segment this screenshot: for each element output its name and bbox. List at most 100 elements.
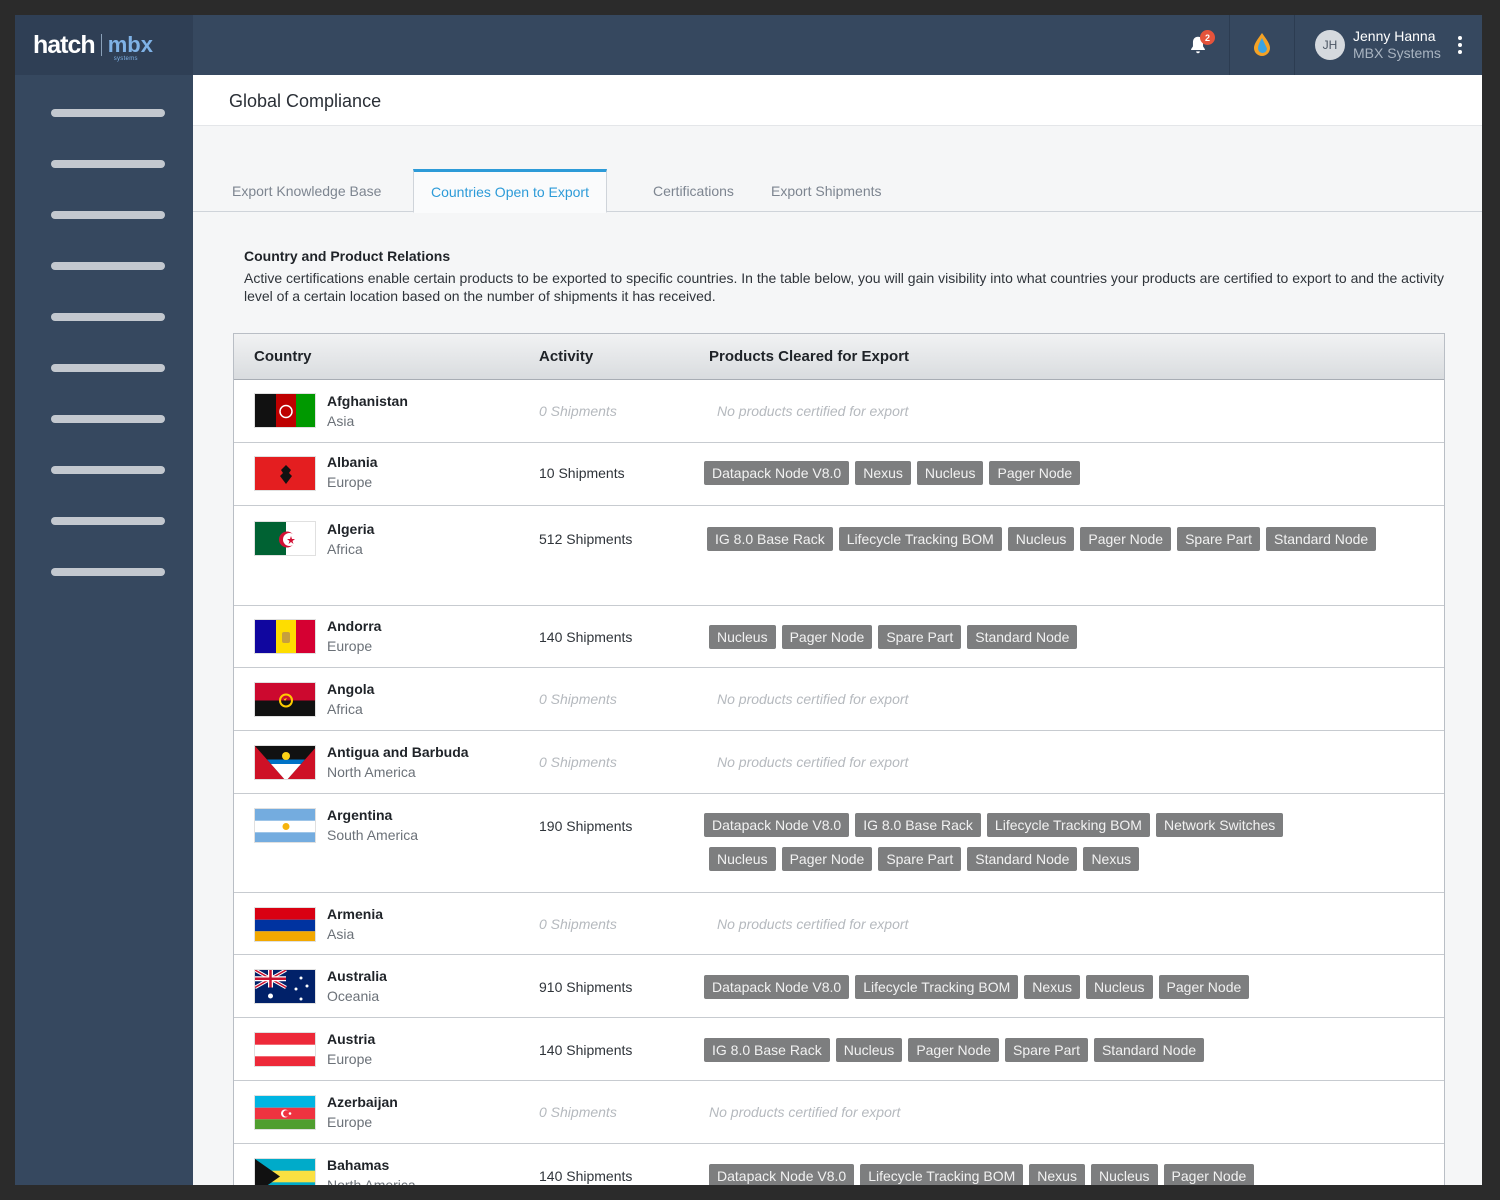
product-tag[interactable]: Standard Node — [1266, 527, 1377, 551]
product-tags: Nucleus Pager Node Spare Part Standard N… — [709, 625, 1409, 649]
product-tag[interactable]: Nexus — [1024, 975, 1080, 999]
sidebar-item[interactable] — [51, 415, 165, 423]
country-region: Africa — [327, 541, 363, 557]
product-tag[interactable]: Nucleus — [1085, 975, 1153, 999]
divider — [1229, 15, 1230, 75]
product-tag[interactable]: Nexus — [855, 461, 911, 485]
drop-logo-icon — [1254, 33, 1270, 56]
table-row[interactable]: Antigua and Barbuda North America 0 Ship… — [234, 731, 1444, 794]
tab-export-shipments[interactable]: Export Shipments — [754, 169, 899, 212]
app-switcher-button[interactable] — [1234, 15, 1290, 75]
product-tag[interactable]: Pager Node — [1158, 975, 1250, 999]
product-tag[interactable]: Nucleus — [709, 847, 776, 871]
product-tag[interactable]: Pager Node — [1080, 527, 1172, 551]
product-tag[interactable]: Nucleus — [1090, 1164, 1158, 1185]
product-tag[interactable]: IG 8.0 Base Rack — [704, 1038, 830, 1062]
tab-certifications[interactable]: Certifications — [636, 169, 751, 212]
divider — [1294, 15, 1295, 75]
product-tags: Datapack Node V8.0 Lifecycle Tracking BO… — [709, 1164, 1409, 1185]
kebab-icon — [1458, 50, 1462, 54]
flag-australia — [254, 969, 316, 1004]
table-row[interactable]: Angola Africa 0 Shipments No products ce… — [234, 668, 1444, 731]
shipment-count: 10 Shipments — [539, 465, 625, 481]
column-header-activity[interactable]: Activity — [539, 348, 593, 365]
country-name: Australia — [327, 968, 387, 984]
product-tag[interactable]: Nucleus — [916, 461, 984, 485]
country-name: Azerbaijan — [327, 1094, 398, 1110]
product-tag[interactable]: Standard Node — [1093, 1038, 1205, 1062]
table-row[interactable]: Azerbaijan Europe 0 Shipments No product… — [234, 1081, 1444, 1144]
product-tag[interactable]: Spare Part — [878, 625, 962, 649]
sidebar-item[interactable] — [51, 109, 165, 117]
product-tag[interactable]: Pager Node — [989, 461, 1081, 485]
product-tag[interactable]: Spare Part — [878, 847, 962, 871]
sidebar-item[interactable] — [51, 313, 165, 321]
flag-algeria — [254, 521, 316, 556]
sidebar-item[interactable] — [51, 160, 165, 168]
product-tag[interactable]: Network Switches — [1155, 813, 1284, 837]
product-tag[interactable]: Datapack Node V8.0 — [704, 975, 850, 999]
column-header-products[interactable]: Products Cleared for Export — [709, 348, 909, 365]
sidebar-item[interactable] — [51, 211, 165, 219]
table-row[interactable]: Armenia Asia 0 Shipments No products cer… — [234, 893, 1444, 955]
product-tag[interactable]: Nucleus — [1007, 527, 1075, 551]
flag-antigua-and-barbuda — [254, 745, 316, 780]
sidebar-item[interactable] — [51, 364, 165, 372]
country-name: Austria — [327, 1031, 376, 1047]
app-window: hatch mbx systems 2 JH Jenny Hanna MBX S… — [15, 15, 1482, 1185]
product-tag[interactable]: Nexus — [1083, 847, 1140, 871]
tab-countries-open-to-export[interactable]: Countries Open to Export — [413, 169, 607, 213]
brand-sub: systems — [113, 56, 138, 62]
product-tag[interactable]: IG 8.0 Base Rack — [855, 813, 981, 837]
product-tag[interactable]: Spare Part — [1177, 527, 1261, 551]
product-tag[interactable]: IG 8.0 Base Rack — [707, 527, 833, 551]
table-row[interactable]: Andorra Europe 140 Shipments Nucleus Pag… — [234, 606, 1444, 668]
flag-bahamas — [254, 1158, 316, 1185]
product-tag[interactable]: Lifecycle Tracking BOM — [838, 527, 1002, 551]
product-tag[interactable]: Datapack Node V8.0 — [709, 1164, 855, 1185]
user-org: MBX Systems — [1353, 45, 1441, 61]
product-tag[interactable]: Nexus — [1029, 1164, 1085, 1185]
table-row[interactable]: Argentina South America 190 Shipments Da… — [234, 794, 1444, 893]
brand-logo[interactable]: hatch mbx systems — [15, 15, 193, 75]
more-options-button[interactable] — [1453, 15, 1467, 75]
table-row[interactable]: Bahamas North America 140 Shipments Data… — [234, 1144, 1444, 1185]
product-tag[interactable]: Standard Node — [967, 625, 1078, 649]
sidebar-nav — [15, 75, 193, 576]
shipment-count: 140 Shipments — [539, 1042, 633, 1058]
tab-export-knowledge-base[interactable]: Export Knowledge Base — [215, 169, 398, 212]
product-tag[interactable]: Lifecycle Tracking BOM — [860, 1164, 1024, 1185]
product-tag[interactable]: Datapack Node V8.0 — [704, 461, 850, 485]
product-tag[interactable]: Pager Node — [781, 625, 873, 649]
product-tags: IG 8.0 Base Rack Nucleus Pager Node Spar… — [704, 1038, 1404, 1062]
product-tag[interactable]: Nucleus — [835, 1038, 903, 1062]
country-name: Algeria — [327, 521, 375, 537]
product-tag[interactable]: Pager Node — [781, 847, 873, 871]
column-header-country[interactable]: Country — [254, 348, 312, 365]
section-description: Active certifications enable certain pro… — [244, 270, 1444, 304]
table-row[interactable]: Algeria Africa 512 Shipments IG 8.0 Base… — [234, 506, 1444, 606]
notifications-button[interactable]: 2 — [1170, 15, 1226, 75]
product-tag[interactable]: Pager Node — [908, 1038, 1000, 1062]
no-products-text: No products certified for export — [717, 916, 909, 932]
product-tag[interactable]: Lifecycle Tracking BOM — [855, 975, 1019, 999]
sidebar-item[interactable] — [51, 466, 165, 474]
product-tag[interactable]: Standard Node — [967, 847, 1078, 871]
user-menu[interactable]: JH Jenny Hanna MBX Systems — [1315, 15, 1455, 75]
country-region: Oceania — [327, 988, 380, 1004]
product-tag[interactable]: Lifecycle Tracking BOM — [986, 813, 1150, 837]
product-tag[interactable]: Datapack Node V8.0 — [704, 813, 850, 837]
no-products-text: No products certified for export — [717, 691, 909, 707]
country-name: Armenia — [327, 906, 384, 922]
sidebar-item[interactable] — [51, 262, 165, 270]
product-tag[interactable]: Nucleus — [709, 625, 776, 649]
product-tag[interactable]: Pager Node — [1163, 1164, 1255, 1185]
table-row[interactable]: Austria Europe 140 Shipments IG 8.0 Base… — [234, 1018, 1444, 1081]
table-row[interactable]: Albania Europe 10 Shipments Datapack Nod… — [234, 443, 1444, 506]
sidebar-item[interactable] — [51, 517, 165, 525]
table-row[interactable]: Australia Oceania 910 Shipments Datapack… — [234, 955, 1444, 1018]
product-tag[interactable]: Spare Part — [1005, 1038, 1088, 1062]
sidebar-item[interactable] — [51, 568, 165, 576]
country-name: Bahamas — [327, 1157, 390, 1173]
table-row[interactable]: Afghanistan Asia 0 Shipments No products… — [234, 380, 1444, 443]
